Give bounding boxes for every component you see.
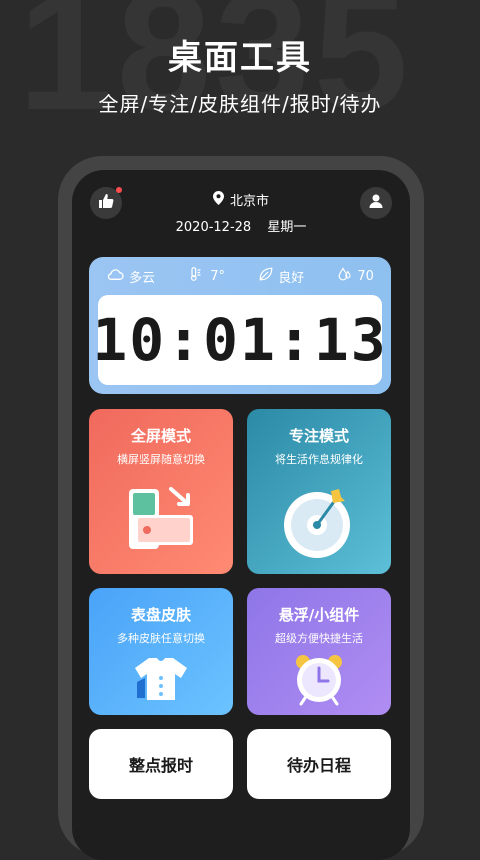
card-title: 悬浮/小组件	[278, 606, 360, 624]
weather-air-quality: 良好	[259, 267, 304, 286]
location-label: 北京市	[229, 194, 269, 209]
button-label: 整点报时	[128, 756, 193, 775]
tshirt-icon	[89, 654, 233, 704]
cloud-icon	[106, 268, 124, 284]
digital-clock: 10:01:13	[92, 295, 386, 385]
humidity-icon	[338, 267, 352, 285]
button-label: 待办日程	[286, 756, 351, 775]
date-line: 2020-12-28 星期一	[72, 216, 410, 235]
card-title: 专注模式	[288, 427, 349, 445]
hourly-chime-button[interactable]: 整点报时	[89, 729, 233, 799]
floating-widget-card[interactable]: 悬浮/小组件 超级方便快捷生活	[247, 588, 391, 715]
weather-condition: 多云	[106, 267, 155, 286]
hero-title: 桌面工具	[168, 38, 312, 78]
card-subtitle: 多种皮肤任意切换	[117, 632, 205, 645]
date-label: 2020-12-28	[175, 220, 252, 235]
alarm-clock-icon	[247, 650, 391, 706]
card-subtitle: 横屏竖屏随意切换	[117, 453, 205, 466]
weekday-label: 星期一	[267, 220, 307, 235]
location-pin-icon	[212, 190, 224, 209]
phone-screen: 北京市 2020-12-28 星期一 多云 7° 良好 70 10:01:13 …	[72, 170, 410, 860]
fullscreen-mode-card[interactable]: 全屏模式 横屏竖屏随意切换	[89, 409, 233, 574]
hero-subtitle: 全屏/专注/皮肤组件/报时/待办	[98, 92, 382, 116]
card-subtitle: 将生活作息规律化	[275, 453, 363, 466]
weather-temperature: 7°	[189, 267, 225, 285]
target-icon	[247, 481, 391, 561]
weather-humidity: 70	[338, 267, 374, 285]
screen-rotate-icon	[89, 483, 233, 555]
todo-schedule-button[interactable]: 待办日程	[247, 729, 391, 799]
focus-mode-card[interactable]: 专注模式 将生活作息规律化	[247, 409, 391, 574]
card-title: 表盘皮肤	[130, 606, 191, 624]
leaf-icon	[259, 267, 273, 285]
weather-row: 多云 7° 良好 70	[89, 265, 391, 287]
watch-face-skin-card[interactable]: 表盘皮肤 多种皮肤任意切换	[89, 588, 233, 715]
thermometer-icon	[189, 267, 205, 285]
card-subtitle: 超级方便快捷生活	[275, 632, 363, 645]
card-title: 全屏模式	[130, 427, 191, 445]
weather-clock-card[interactable]: 多云 7° 良好 70 10:01:13	[89, 257, 391, 394]
location[interactable]: 北京市	[72, 190, 410, 209]
